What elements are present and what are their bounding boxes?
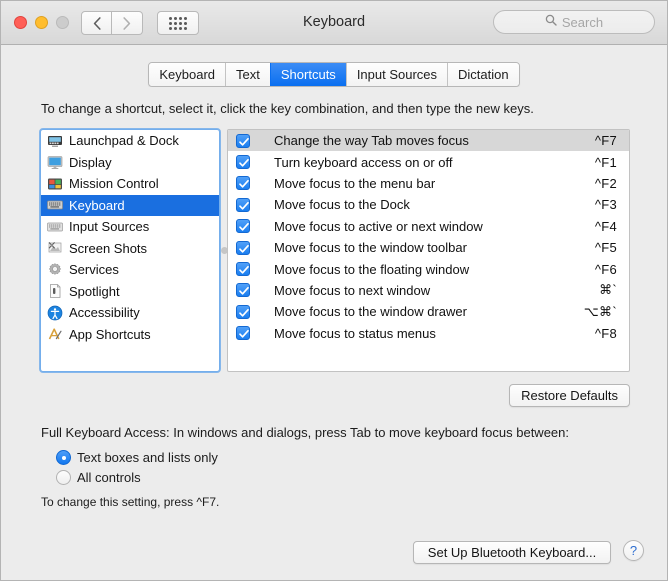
- keyboard-icon: [47, 197, 63, 213]
- radio-label: All controls: [77, 470, 141, 485]
- radio-button-icon[interactable]: [56, 450, 71, 465]
- shortcut-checkbox[interactable]: [236, 197, 250, 212]
- sidebar-item-mission-control[interactable]: Mission Control: [41, 173, 219, 195]
- shortcut-key[interactable]: ^F4: [595, 219, 617, 234]
- app-shortcuts-icon: [47, 326, 63, 342]
- tab-input-sources[interactable]: Input Sources: [345, 63, 448, 86]
- services-gear-icon: [47, 262, 63, 278]
- shortcut-checkbox[interactable]: [236, 176, 250, 191]
- shortcut-name: Move focus to the window toolbar: [274, 240, 467, 256]
- table-row[interactable]: Turn keyboard access on or off ^F1: [228, 151, 629, 172]
- sidebar-item-label: Accessibility: [69, 305, 140, 321]
- screen-shots-icon: [47, 240, 63, 256]
- shortcut-key[interactable]: ^F7: [595, 133, 617, 148]
- shortcut-name: Move focus to active or next window: [274, 218, 483, 234]
- shortcuts-pane: To change a shortcut, select it, click t…: [31, 87, 639, 521]
- sidebar-item-label: Launchpad & Dock: [69, 133, 179, 149]
- input-sources-icon: [47, 219, 63, 235]
- table-row[interactable]: Move focus to the window drawer ⌥⌘`: [228, 301, 629, 322]
- mission-control-icon: [47, 176, 63, 192]
- sidebar-item-label: Spotlight: [69, 283, 120, 299]
- tab-dictation[interactable]: Dictation: [447, 63, 519, 86]
- shortcut-category-list[interactable]: Launchpad & Dock Display Mission Control…: [39, 128, 221, 373]
- shortcut-checkbox[interactable]: [236, 133, 250, 148]
- setup-bluetooth-keyboard-button[interactable]: Set Up Bluetooth Keyboard...: [413, 541, 611, 564]
- shortcut-key[interactable]: ⌥⌘`: [584, 304, 617, 320]
- search-field[interactable]: Search: [493, 10, 655, 34]
- window-titlebar: Keyboard Search: [1, 1, 667, 45]
- sidebar-item-label: Mission Control: [69, 176, 159, 192]
- radio-text-boxes-and-lists-only[interactable]: Text boxes and lists only: [56, 450, 218, 465]
- table-row[interactable]: Move focus to the floating window ^F6: [228, 258, 629, 279]
- sidebar-item-app-shortcuts[interactable]: App Shortcuts: [41, 324, 219, 346]
- radio-label: Text boxes and lists only: [77, 450, 218, 465]
- shortcut-checkbox[interactable]: [236, 283, 250, 298]
- shortcut-name: Move focus to the Dock: [274, 197, 410, 213]
- shortcut-key[interactable]: ^F8: [595, 326, 617, 341]
- preference-tabs: Keyboard Text Shortcuts Input Sources Di…: [1, 62, 667, 87]
- restore-defaults-button[interactable]: Restore Defaults: [509, 384, 630, 407]
- shortcut-name: Move focus to status menus: [274, 325, 436, 341]
- full-keyboard-access-label: Full Keyboard Access: In windows and dia…: [41, 425, 569, 440]
- sidebar-item-label: Keyboard: [69, 197, 125, 213]
- shortcut-name: Move focus to the window drawer: [274, 304, 467, 320]
- tab-text[interactable]: Text: [225, 63, 270, 86]
- sidebar-item-label: App Shortcuts: [69, 326, 151, 342]
- sidebar-item-label: Input Sources: [69, 219, 150, 235]
- shortcut-checkbox[interactable]: [236, 240, 250, 255]
- table-row[interactable]: Move focus to next window ⌘`: [228, 280, 629, 301]
- help-button[interactable]: ?: [623, 540, 644, 561]
- shortcut-checkbox[interactable]: [236, 326, 250, 341]
- radio-button-icon[interactable]: [56, 470, 71, 485]
- shortcut-checkbox[interactable]: [236, 155, 250, 170]
- table-row[interactable]: Move focus to the menu bar ^F2: [228, 173, 629, 194]
- shortcut-key[interactable]: ^F5: [595, 240, 617, 255]
- shortcut-name: Move focus to next window: [274, 282, 431, 298]
- sidebar-item-launchpad-dock[interactable]: Launchpad & Dock: [41, 130, 219, 152]
- tab-shortcuts[interactable]: Shortcuts: [269, 63, 346, 86]
- table-row[interactable]: Move focus to the window toolbar ^F5: [228, 237, 629, 258]
- sidebar-item-services[interactable]: Services: [41, 259, 219, 281]
- shortcut-name: Turn keyboard access on or off: [274, 154, 453, 170]
- shortcut-key[interactable]: ^F2: [595, 176, 617, 191]
- full-keyboard-access-note: To change this setting, press ^F7.: [41, 495, 220, 509]
- accessibility-icon: [47, 305, 63, 321]
- sidebar-item-screen-shots[interactable]: Screen Shots: [41, 238, 219, 260]
- shortcut-key[interactable]: ^F1: [595, 155, 617, 170]
- shortcut-key[interactable]: ^F6: [595, 262, 617, 277]
- search-input-placeholder: Search: [561, 14, 604, 30]
- table-row[interactable]: Move focus to active or next window ^F4: [228, 216, 629, 237]
- keyboard-preferences-window: Keyboard Search Keyboard Text Shortcuts …: [0, 0, 668, 581]
- shortcut-list[interactable]: Change the way Tab moves focus ^F7 Turn …: [227, 129, 630, 372]
- display-icon: [47, 154, 63, 170]
- instruction-text: To change a shortcut, select it, click t…: [41, 101, 534, 116]
- table-row[interactable]: Change the way Tab moves focus ^F7: [228, 130, 629, 152]
- shortcut-name: Move focus to the menu bar: [274, 175, 436, 191]
- shortcut-checkbox[interactable]: [236, 304, 250, 319]
- sidebar-item-label: Services: [69, 262, 119, 278]
- search-icon: [545, 13, 557, 31]
- shortcut-checkbox[interactable]: [236, 262, 250, 277]
- spotlight-icon: [47, 283, 63, 299]
- sidebar-item-label: Screen Shots: [69, 240, 148, 256]
- sidebar-item-accessibility[interactable]: Accessibility: [41, 302, 219, 324]
- sidebar-item-label: Display: [69, 154, 112, 170]
- sidebar-item-keyboard[interactable]: Keyboard: [41, 194, 219, 216]
- radio-all-controls[interactable]: All controls: [56, 470, 141, 485]
- sidebar-item-display[interactable]: Display: [41, 152, 219, 174]
- shortcut-key[interactable]: ⌘`: [599, 282, 617, 298]
- shortcut-name: Change the way Tab moves focus: [274, 133, 469, 149]
- tab-keyboard[interactable]: Keyboard: [149, 63, 226, 86]
- table-row[interactable]: Move focus to status menus ^F8: [228, 323, 629, 344]
- launchpad-dock-icon: [47, 133, 63, 149]
- sidebar-item-input-sources[interactable]: Input Sources: [41, 216, 219, 238]
- shortcut-checkbox[interactable]: [236, 219, 250, 234]
- table-row[interactable]: Move focus to the Dock ^F3: [228, 194, 629, 215]
- shortcut-key[interactable]: ^F3: [595, 197, 617, 212]
- shortcut-name: Move focus to the floating window: [274, 261, 470, 277]
- sidebar-item-spotlight[interactable]: Spotlight: [41, 281, 219, 303]
